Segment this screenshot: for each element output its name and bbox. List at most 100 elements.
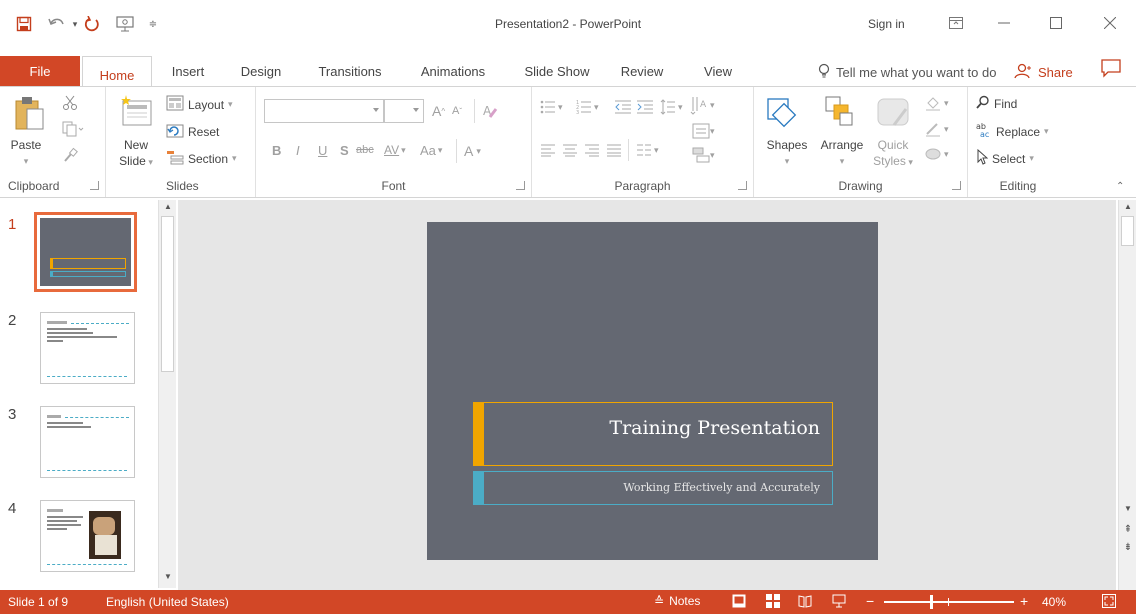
shapes-dropdown-icon[interactable]: ▾ xyxy=(760,153,814,169)
text-direction-icon[interactable]: A ▾ xyxy=(690,95,715,115)
align-text-icon[interactable]: ▾ xyxy=(692,123,715,139)
zoom-out-button[interactable]: − xyxy=(866,593,874,609)
slide-show-icon[interactable] xyxy=(832,594,846,611)
comments-icon[interactable] xyxy=(1100,58,1126,84)
zoom-slider[interactable] xyxy=(884,595,1014,609)
undo-dropdown-icon[interactable]: ▾ xyxy=(70,14,80,34)
format-painter-icon[interactable] xyxy=(62,147,78,163)
quick-styles-label-2[interactable]: Styles ▾ xyxy=(868,153,918,170)
font-size-combo[interactable] xyxy=(384,99,424,123)
scroll-up-icon[interactable]: ▲ xyxy=(162,202,174,214)
increase-indent-icon[interactable] xyxy=(636,99,654,115)
arrange-icon[interactable] xyxy=(822,95,856,131)
zoom-level[interactable]: 40% xyxy=(1042,595,1066,609)
shadow-button[interactable]: S xyxy=(340,143,349,158)
save-icon[interactable] xyxy=(14,14,34,34)
font-name-combo[interactable] xyxy=(264,99,384,123)
character-spacing-button[interactable]: AV ▾ xyxy=(384,143,406,157)
bullets-icon[interactable]: ▾ xyxy=(540,99,563,115)
previous-slide-icon[interactable]: ⇞ xyxy=(1122,524,1134,538)
maximize-icon[interactable] xyxy=(1036,8,1076,38)
minimize-icon[interactable] xyxy=(984,8,1024,38)
slide-thumbnail-4[interactable] xyxy=(40,500,135,572)
tab-design[interactable]: Design xyxy=(230,56,292,86)
reading-view-icon[interactable] xyxy=(798,594,812,611)
line-spacing-icon[interactable]: ▾ xyxy=(660,99,683,115)
customize-qat-icon[interactable]: ≑ xyxy=(146,14,160,34)
slide-thumbnail-1[interactable] xyxy=(40,218,131,286)
tab-review[interactable]: Review xyxy=(614,56,670,86)
columns-icon[interactable]: ▾ xyxy=(636,143,659,157)
arrange-label[interactable]: Arrange xyxy=(814,137,870,153)
tell-me-search[interactable]: Tell me what you want to do xyxy=(818,63,996,82)
zoom-slider-thumb[interactable] xyxy=(930,595,933,609)
ribbon-display-options-icon[interactable] xyxy=(936,8,976,38)
tab-insert[interactable]: Insert xyxy=(160,56,216,86)
italic-button[interactable]: I xyxy=(296,143,300,158)
clear-formatting-icon[interactable]: A xyxy=(482,103,498,119)
slide-sorter-icon[interactable] xyxy=(766,594,780,611)
align-left-icon[interactable] xyxy=(540,143,556,157)
align-center-icon[interactable] xyxy=(562,143,578,157)
drawing-launcher-icon[interactable] xyxy=(952,181,961,190)
arrange-dropdown-icon[interactable]: ▾ xyxy=(814,153,870,169)
tab-animations[interactable]: Animations xyxy=(408,56,498,86)
decrease-indent-icon[interactable] xyxy=(614,99,632,115)
zoom-in-button[interactable]: + xyxy=(1020,593,1028,609)
section-button[interactable]: Section ▾ xyxy=(166,149,237,168)
strikethrough-button[interactable]: abc xyxy=(356,144,374,156)
copy-icon[interactable] xyxy=(62,121,84,137)
tab-view[interactable]: View xyxy=(694,56,742,86)
change-case-button[interactable]: Aa ▾ xyxy=(420,143,442,158)
tab-slide-show[interactable]: Slide Show xyxy=(514,56,600,86)
font-launcher-icon[interactable] xyxy=(516,181,525,190)
slide-scrollbar[interactable]: ▲ ▼ ⇞ ⇟ xyxy=(1118,200,1136,590)
scroll-down-icon[interactable]: ▼ xyxy=(1122,504,1134,516)
close-icon[interactable] xyxy=(1090,8,1130,38)
paste-icon[interactable] xyxy=(14,95,46,133)
justify-icon[interactable] xyxy=(606,143,622,157)
layout-button[interactable]: Layout ▾ xyxy=(166,95,233,114)
shrink-font-icon[interactable]: Aˇ xyxy=(452,105,462,117)
reset-button[interactable]: Reset xyxy=(166,122,219,141)
font-color-button[interactable]: A ▾ xyxy=(464,143,481,159)
shapes-icon[interactable] xyxy=(766,95,800,131)
paste-label[interactable]: Paste xyxy=(6,137,46,153)
scroll-up-icon[interactable]: ▲ xyxy=(1122,202,1134,214)
scroll-down-icon[interactable]: ▼ xyxy=(162,572,174,584)
title-placeholder[interactable]: Training Presentation xyxy=(473,402,833,466)
align-right-icon[interactable] xyxy=(584,143,600,157)
quick-styles-label-1[interactable]: Quick xyxy=(868,137,918,153)
slide-thumbnail-2[interactable] xyxy=(40,312,135,384)
bold-button[interactable]: B xyxy=(272,143,281,158)
scrollbar-thumb[interactable] xyxy=(1121,216,1134,246)
cut-icon[interactable] xyxy=(62,95,78,111)
shape-effects-icon[interactable]: ▾ xyxy=(924,147,949,161)
share-button[interactable]: Share xyxy=(1014,63,1073,82)
grow-font-icon[interactable]: A ^ xyxy=(432,103,445,119)
next-slide-icon[interactable]: ⇟ xyxy=(1122,542,1134,556)
sign-in-link[interactable]: Sign in xyxy=(868,17,905,31)
undo-icon[interactable] xyxy=(46,14,68,34)
clipboard-launcher-icon[interactable] xyxy=(90,181,99,190)
replace-button[interactable]: ab ac Replace ▾ xyxy=(976,122,1049,141)
quick-styles-icon[interactable] xyxy=(876,95,912,131)
tab-transitions[interactable]: Transitions xyxy=(304,56,396,86)
new-slide-icon[interactable] xyxy=(120,93,154,129)
slide-thumbnail-3[interactable] xyxy=(40,406,135,478)
paste-dropdown-icon[interactable]: ▾ xyxy=(6,153,46,169)
new-slide-label-2[interactable]: Slide ▾ xyxy=(110,153,162,170)
select-button[interactable]: Select ▾ xyxy=(976,148,1034,168)
smartart-icon[interactable]: ▾ xyxy=(692,147,715,163)
underline-button[interactable]: U xyxy=(318,143,327,158)
tab-file[interactable]: File xyxy=(0,56,80,86)
shape-outline-icon[interactable]: ▾ xyxy=(924,121,949,137)
notes-button[interactable]: ≙ Notes xyxy=(654,594,700,608)
collapse-ribbon-icon[interactable]: ⌃ xyxy=(1116,181,1124,192)
current-slide[interactable]: Training Presentation Working Effectivel… xyxy=(427,222,878,560)
fit-to-window-icon[interactable] xyxy=(1102,594,1116,611)
normal-view-icon[interactable] xyxy=(732,594,746,611)
scrollbar-thumb[interactable] xyxy=(161,216,174,372)
language-indicator[interactable]: English (United States) xyxy=(106,595,229,609)
shape-fill-icon[interactable]: ▾ xyxy=(924,95,949,111)
